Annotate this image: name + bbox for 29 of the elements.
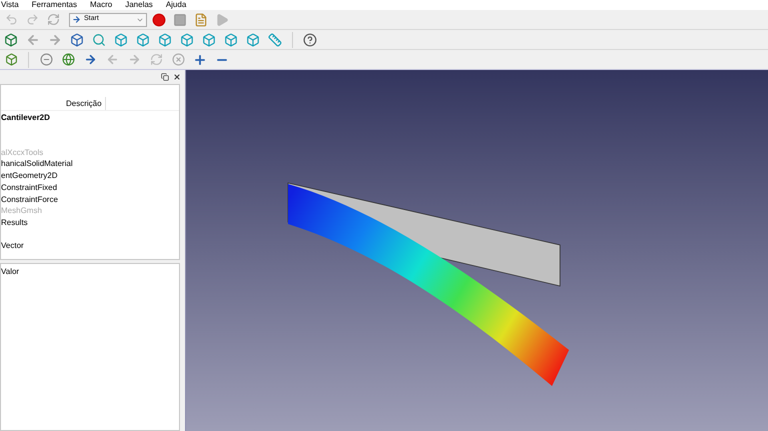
- ruler-icon[interactable]: [266, 30, 284, 48]
- menu-item[interactable]: Vista: [1, 0, 19, 10]
- view-cube-icon[interactable]: [222, 30, 240, 48]
- arrow-right-icon: [72, 15, 81, 24]
- column-header[interactable]: Valor: [1, 266, 179, 278]
- view-cube-icon[interactable]: [178, 30, 196, 48]
- float-icon[interactable]: [161, 73, 169, 81]
- cube-icon[interactable]: [2, 30, 20, 48]
- menu-item[interactable]: Macro: [90, 0, 112, 10]
- menu-item[interactable]: Janelas: [125, 0, 153, 10]
- tree-item[interactable]: ConstraintForce: [1, 194, 179, 206]
- tree-item[interactable]: hanicalSolidMaterial: [1, 158, 179, 170]
- view-cube-icon[interactable]: [112, 30, 130, 48]
- tree-item[interactable]: Results: [1, 216, 179, 229]
- view-cube-icon[interactable]: [134, 30, 152, 48]
- tree-item[interactable]: entGeometry2D: [1, 170, 179, 182]
- tree-item[interactable]: ConstraintFixed: [1, 182, 179, 194]
- view-cube-icon[interactable]: [244, 30, 262, 48]
- column-header[interactable]: Descrição: [63, 97, 106, 110]
- menu-item[interactable]: Ajuda: [166, 0, 186, 10]
- tree-item[interactable]: Cantilever2D: [1, 112, 179, 124]
- record-icon[interactable]: [150, 10, 168, 28]
- close-icon[interactable]: [173, 73, 181, 81]
- help-icon[interactable]: [301, 30, 319, 48]
- box-icon[interactable]: [68, 30, 86, 48]
- tree-item[interactable]: Vector: [1, 240, 179, 252]
- view-cube-icon[interactable]: [200, 30, 218, 48]
- menu-item[interactable]: Ferramentas: [32, 0, 77, 10]
- view-cube-icon[interactable]: [156, 30, 174, 48]
